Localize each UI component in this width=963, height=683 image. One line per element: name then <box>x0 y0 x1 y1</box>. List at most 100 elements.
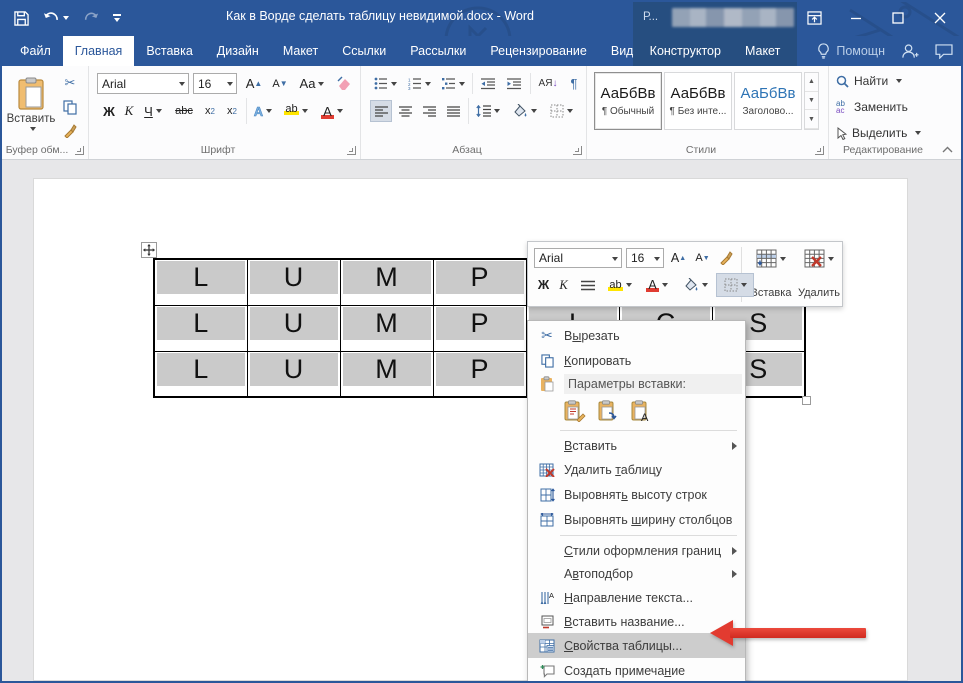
close-button[interactable] <box>923 3 957 33</box>
table-resize-handle[interactable] <box>802 396 811 405</box>
styles-gallery-more[interactable]: ▼ <box>805 110 818 129</box>
grow-font-button[interactable]: А▲ <box>242 73 266 94</box>
style-heading[interactable]: АаБбВв Заголово... <box>734 72 802 130</box>
strikethrough-button[interactable]: abc <box>170 100 198 122</box>
bullets-button[interactable] <box>370 73 400 94</box>
font-name-combo[interactable]: Arial <box>97 73 189 94</box>
mini-font-color-button[interactable]: А <box>640 274 674 296</box>
mini-italic-button[interactable]: К <box>554 274 573 296</box>
replace-button[interactable]: ab ac Заменить <box>836 100 908 114</box>
numbering-button[interactable]: 123 <box>404 73 434 94</box>
paragraph-dialog-launcher[interactable] <box>573 146 582 155</box>
menu-item-distribute-rows[interactable]: Выровнять высоту строк <box>528 482 745 507</box>
menu-item-distribute-columns[interactable]: Выровнять ширину столбцов <box>528 507 745 532</box>
tab-design[interactable]: Дизайн <box>205 36 271 66</box>
subscript-button[interactable]: x2 <box>200 100 220 122</box>
font-dialog-launcher[interactable] <box>347 146 356 155</box>
mini-font-name-combo[interactable]: Arial <box>534 248 622 268</box>
mini-shading-button[interactable] <box>677 274 713 296</box>
table-delete-icon <box>804 249 825 268</box>
copy-button[interactable] <box>58 98 82 116</box>
tell-me-helper[interactable]: Помощн <box>817 43 885 59</box>
paste-merge-formatting-button[interactable] <box>595 398 621 424</box>
menu-item-delete-table[interactable]: Удалить таблицу <box>528 457 745 482</box>
collapse-ribbon-button[interactable] <box>942 146 953 153</box>
menu-item-autofit[interactable]: Автоподбор <box>528 562 745 585</box>
clear-formatting-button[interactable] <box>333 73 357 94</box>
help-label: Помощн <box>836 44 885 58</box>
font-size-value: 16 <box>198 77 211 91</box>
tab-insert[interactable]: Вставка <box>134 36 204 66</box>
mini-delete-table-button[interactable]: Удалить <box>794 246 844 302</box>
tab-table-layout[interactable]: Макет <box>733 36 792 66</box>
superscript-button[interactable]: x2 <box>222 100 242 122</box>
align-right-button[interactable] <box>418 100 440 122</box>
change-case-button[interactable]: Aa <box>296 73 328 94</box>
sort-button[interactable]: АЯ↓ <box>534 73 562 94</box>
tab-review[interactable]: Рецензирование <box>478 36 599 66</box>
borders-button[interactable] <box>544 100 578 122</box>
group-editing: Найти ab ac Заменить Выделить Редактиров… <box>830 66 936 159</box>
shrink-font-button[interactable]: А▼ <box>268 73 292 94</box>
menu-item-cut[interactable]: ✂ Вырезать <box>528 323 745 348</box>
menu-item-border-styles[interactable]: Стили оформления границ <box>528 539 745 562</box>
styles-dialog-launcher[interactable] <box>815 146 824 155</box>
style-no-spacing[interactable]: АаБбВв ¶ Без инте... <box>664 72 732 130</box>
text-effects-button[interactable]: А <box>250 100 276 122</box>
show-marks-button[interactable]: ¶ <box>564 73 584 94</box>
font-size-combo[interactable]: 16 <box>193 73 237 94</box>
menu-item-insert[interactable]: Вставить <box>528 434 745 457</box>
mini-highlight-button[interactable]: ab <box>603 274 637 296</box>
clipboard-icon <box>536 376 558 392</box>
mini-align-button[interactable] <box>576 274 600 296</box>
mini-bold-button[interactable]: Ж <box>534 274 553 296</box>
minimize-button[interactable] <box>839 3 873 33</box>
justify-button[interactable] <box>442 100 464 122</box>
mini-font-size-combo[interactable]: 16 <box>626 248 664 268</box>
select-button[interactable]: Выделить <box>836 126 921 140</box>
tab-file[interactable]: Файл <box>8 36 63 66</box>
italic-button[interactable]: К <box>120 100 138 122</box>
delete-table-icon <box>536 463 558 477</box>
menu-item-text-direction[interactable]: A Направление текста... <box>528 585 745 610</box>
font-color-button[interactable]: А <box>316 100 348 122</box>
menu-item-copy[interactable]: Копировать <box>528 348 745 373</box>
multilevel-list-button[interactable] <box>438 73 468 94</box>
paste-button[interactable]: Вставить <box>8 72 54 142</box>
underline-button[interactable]: Ч <box>140 100 166 122</box>
find-button[interactable]: Найти <box>836 74 902 88</box>
tab-references[interactable]: Ссылки <box>330 36 398 66</box>
menu-item-new-comment[interactable]: Создать примечание <box>528 658 745 683</box>
clipboard-dialog-launcher[interactable] <box>75 146 84 155</box>
highlight-color-button[interactable]: ab <box>280 100 312 122</box>
increase-indent-button[interactable] <box>502 73 526 94</box>
mini-format-painter-button[interactable] <box>715 248 737 268</box>
table-move-handle[interactable] <box>141 242 157 258</box>
paste-text-only-button[interactable]: A <box>628 398 654 424</box>
ribbon-display-options-button[interactable] <box>797 3 831 33</box>
mini-grow-font-button[interactable]: A▲ <box>667 248 690 268</box>
styles-scroll-up[interactable]: ▲ <box>805 73 818 92</box>
cut-button[interactable]: ✂ <box>58 74 82 92</box>
maximize-button[interactable] <box>881 3 915 33</box>
shading-button[interactable] <box>508 100 540 122</box>
bold-button[interactable]: Ж <box>100 100 118 122</box>
line-spacing-button[interactable] <box>472 100 504 122</box>
share-button[interactable] <box>901 43 919 60</box>
format-painter-button[interactable] <box>58 122 82 140</box>
tab-home[interactable]: Главная <box>63 36 135 66</box>
paste-dropdown-caret[interactable] <box>30 127 36 131</box>
tab-mailings[interactable]: Рассылки <box>398 36 478 66</box>
tab-layout[interactable]: Макет <box>271 36 330 66</box>
align-center-button[interactable] <box>394 100 416 122</box>
styles-scroll-down[interactable]: ▼ <box>805 92 818 111</box>
mini-borders-button[interactable] <box>716 273 754 297</box>
align-left-button[interactable] <box>370 100 392 122</box>
style-normal[interactable]: АаБбВв ¶ Обычный <box>594 72 662 130</box>
mini-shrink-font-button[interactable]: A▼ <box>691 248 714 268</box>
copy-icon <box>536 354 558 368</box>
paste-keep-formatting-button[interactable] <box>562 398 588 424</box>
tab-table-design[interactable]: Конструктор <box>638 36 733 66</box>
comments-button[interactable] <box>935 44 953 59</box>
decrease-indent-button[interactable] <box>476 73 500 94</box>
